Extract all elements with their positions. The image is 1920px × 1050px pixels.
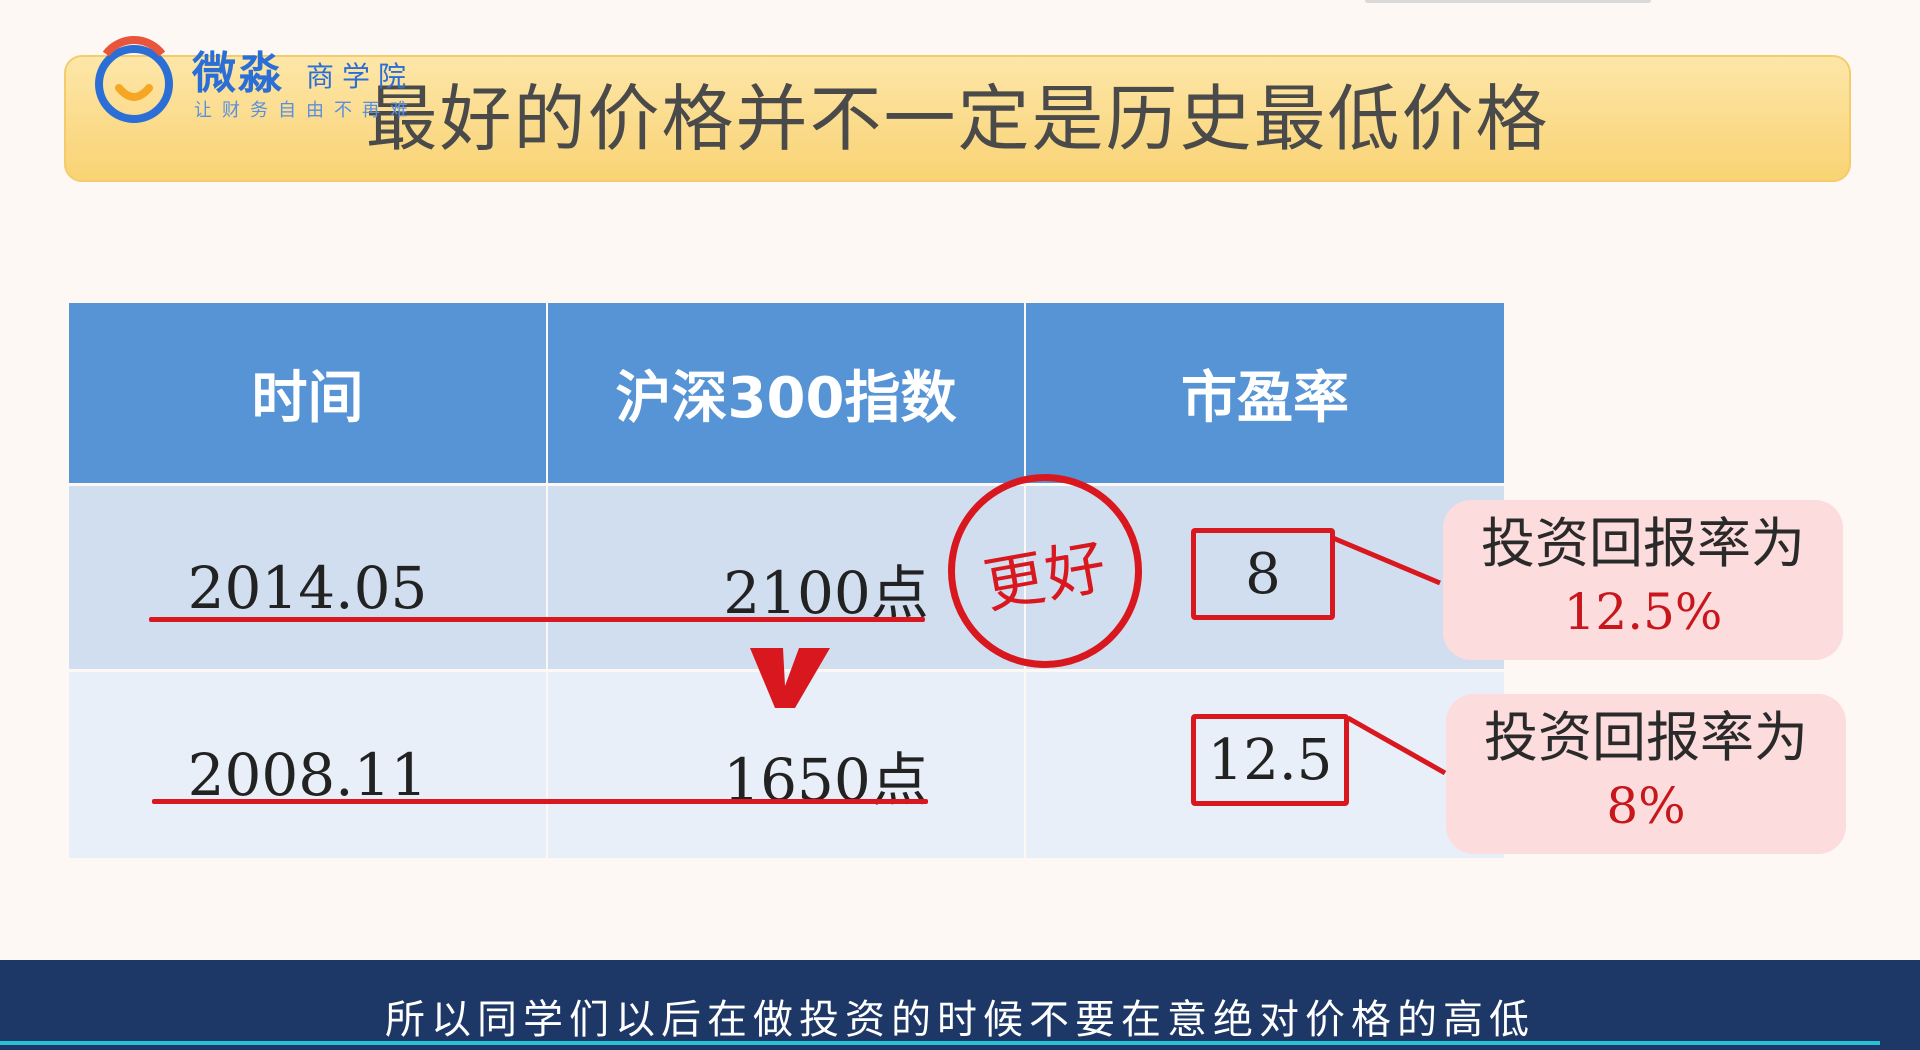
row1-underline <box>149 617 925 622</box>
callout2-value: 8% <box>1606 777 1686 835</box>
logo: 微淼 商学院 让财务自由不再难 <box>92 32 452 132</box>
subtitle-bar: 所以同学们以后在做投资的时候不要在意绝对价格的高低 <box>0 960 1920 1050</box>
header-pe: 市盈率 <box>1026 303 1504 483</box>
callout-return-row1: 投资回报率为 12.5% <box>1443 500 1843 660</box>
row2-pe-value: 12.5 <box>1191 714 1349 806</box>
header-date: 时间 <box>69 303 546 483</box>
top-tab-indicator <box>1365 0 1651 3</box>
row2-underline <box>152 799 928 804</box>
logo-smile-icon <box>95 36 173 123</box>
callout1-title: 投资回报率为 <box>1481 512 1805 575</box>
callout1-value: 12.5% <box>1563 583 1723 641</box>
logo-slogan: 让财务自由不再难 <box>194 100 418 121</box>
callout-return-row2: 投资回报率为 8% <box>1446 694 1846 854</box>
header-index: 沪深300指数 <box>548 303 1024 483</box>
subtitle-caption: 所以同学们以后在做投资的时候不要在意绝对价格的高低 <box>385 997 1535 1043</box>
video-progress-bar[interactable] <box>0 1041 1880 1045</box>
callout2-title: 投资回报率为 <box>1484 706 1808 769</box>
row1-pe-value: 8 <box>1191 528 1335 620</box>
logo-subtitle: 商学院 <box>306 60 415 93</box>
logo-name: 微淼 <box>192 48 284 99</box>
row2-date: 2008.11 <box>69 672 546 858</box>
row2-index: 1650点 <box>548 672 1024 858</box>
row1-date: 2014.05 <box>69 486 546 669</box>
